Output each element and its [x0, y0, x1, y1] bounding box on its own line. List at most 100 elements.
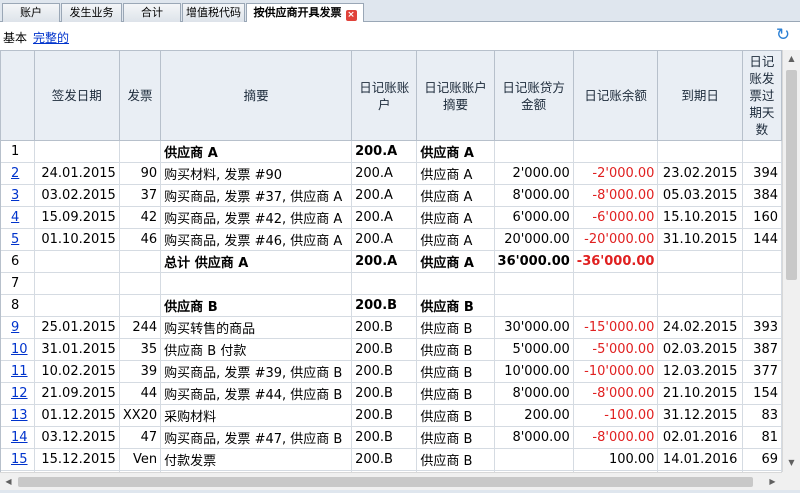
scroll-right-icon[interactable]: ▶ — [764, 473, 781, 490]
vertical-scroll-thumb[interactable] — [786, 70, 797, 280]
table-row[interactable]: 6 总计 供应商 A 200.A 供应商 A 36'000.00 -36'000.00 — [1, 250, 782, 273]
account-description-cell[interactable]: 供应商 B — [416, 404, 495, 427]
credit-cell[interactable] — [494, 294, 574, 317]
days-overdue-cell[interactable]: 387 — [742, 338, 782, 361]
table-row[interactable]: 2 24.01.2015 90 购买材料, 发票 #90 200.A 供应商 A 2'000… — [1, 162, 782, 185]
due-date-cell[interactable]: 21.10.2015 — [657, 382, 743, 405]
balance-cell[interactable]: -8'000.00 — [573, 426, 659, 449]
description-cell[interactable]: 购买转售的商品 — [160, 316, 353, 339]
date-cell[interactable] — [34, 294, 120, 317]
table-row[interactable]: 3 03.02.2015 37 购买商品, 发票 #37, 供应商 A 200.A 供应商… — [1, 184, 782, 207]
date-cell[interactable]: 15.12.2015 — [34, 448, 120, 471]
row-number-link[interactable]: 11 — [11, 364, 28, 379]
view-complete-link[interactable]: 完整的 — [33, 29, 69, 46]
days-overdue-cell[interactable] — [742, 140, 782, 163]
table-row[interactable]: 4 15.09.2015 42 购买商品, 发票 #42, 供应商 A 200.A 供应商… — [1, 206, 782, 229]
days-overdue-cell[interactable]: 69 — [742, 448, 782, 471]
column-header-credit[interactable]: 日记账贷方金额 — [494, 51, 574, 141]
scroll-left-icon[interactable]: ◀ — [0, 473, 17, 490]
due-date-cell[interactable] — [657, 140, 743, 163]
account-description-cell[interactable]: 供应商 B — [416, 338, 495, 361]
invoice-cell[interactable] — [119, 272, 162, 295]
credit-cell[interactable]: 2'000.00 — [494, 162, 574, 185]
table-row[interactable]: 5 01.10.2015 46 购买商品, 发票 #46, 供应商 A 200.A 供应商… — [1, 228, 782, 251]
account-description-cell[interactable]: 供应商 B — [416, 316, 495, 339]
description-cell[interactable]: 付款发票 — [160, 448, 353, 471]
credit-cell[interactable]: 8'000.00 — [494, 184, 574, 207]
account-description-cell[interactable]: 供应商 A — [416, 206, 495, 229]
balance-cell[interactable]: -36'000.00 — [573, 250, 659, 273]
row-number-cell[interactable]: 15 — [1, 448, 35, 471]
invoice-cell[interactable]: 39 — [119, 360, 162, 383]
invoice-cell[interactable]: 35 — [119, 338, 162, 361]
horizontal-scrollbar[interactable]: ◀ ▶ — [0, 472, 782, 490]
column-header-days-overdue[interactable]: 日记账发票过期天数 — [742, 51, 782, 141]
row-number-cell[interactable]: 13 — [1, 404, 35, 427]
column-header-account[interactable]: 日记账账户 — [351, 51, 418, 141]
description-cell[interactable]: 供应商 B 付款 — [160, 338, 353, 361]
days-overdue-cell[interactable]: 377 — [742, 360, 782, 383]
account-cell[interactable]: 200.B — [351, 338, 418, 361]
table-row[interactable]: 11 10.02.2015 39 购买商品, 发票 #39, 供应商 B 200.B 供应… — [1, 360, 782, 383]
description-cell[interactable]: 购买商品, 发票 #37, 供应商 A — [160, 184, 353, 207]
account-cell[interactable]: 200.B — [351, 404, 418, 427]
days-overdue-cell[interactable]: 81 — [742, 426, 782, 449]
invoice-cell[interactable]: 90 — [119, 162, 162, 185]
credit-cell[interactable]: 6'000.00 — [494, 206, 574, 229]
description-cell[interactable]: 购买商品, 发票 #44, 供应商 B — [160, 382, 353, 405]
account-description-cell[interactable]: 供应商 A — [416, 140, 495, 163]
description-cell[interactable]: 购买商品, 发票 #42, 供应商 A — [160, 206, 353, 229]
credit-cell[interactable] — [494, 272, 574, 295]
days-overdue-cell[interactable]: 144 — [742, 228, 782, 251]
balance-cell[interactable]: -10'000.00 — [573, 360, 659, 383]
account-cell[interactable]: 200.B — [351, 294, 418, 317]
vertical-scrollbar[interactable]: ▲ ▼ — [782, 50, 800, 472]
tab-transactions[interactable]: 发生业务 — [61, 3, 122, 22]
invoice-cell[interactable]: 47 — [119, 426, 162, 449]
date-cell[interactable]: 24.01.2015 — [34, 162, 120, 185]
account-cell[interactable]: 200.A — [351, 184, 418, 207]
days-overdue-cell[interactable] — [742, 250, 782, 273]
account-description-cell[interactable]: 供应商 B — [416, 382, 495, 405]
credit-cell[interactable]: 30'000.00 — [494, 316, 574, 339]
days-overdue-cell[interactable]: 160 — [742, 206, 782, 229]
due-date-cell[interactable]: 05.03.2015 — [657, 184, 743, 207]
row-number-cell[interactable]: 11 — [1, 360, 35, 383]
row-number-link[interactable]: 12 — [11, 386, 28, 401]
date-cell[interactable]: 01.10.2015 — [34, 228, 120, 251]
days-overdue-cell[interactable]: 384 — [742, 184, 782, 207]
row-number-link[interactable]: 14 — [11, 430, 28, 445]
row-number-cell[interactable]: 9 — [1, 316, 35, 339]
description-cell[interactable]: 购买商品, 发票 #39, 供应商 B — [160, 360, 353, 383]
due-date-cell[interactable] — [657, 294, 743, 317]
days-overdue-cell[interactable]: 393 — [742, 316, 782, 339]
table-row[interactable]: 9 25.01.2015 244 购买转售的商品 200.B 供应商 B 30'000.00… — [1, 316, 782, 339]
row-number-cell[interactable]: 5 — [1, 228, 35, 251]
account-description-cell[interactable] — [416, 272, 495, 295]
date-cell[interactable] — [34, 272, 120, 295]
invoice-cell[interactable]: 244 — [119, 316, 162, 339]
invoice-cell[interactable]: 37 — [119, 184, 162, 207]
table-row[interactable]: 7 — [1, 272, 782, 295]
balance-cell[interactable]: -2'000.00 — [573, 162, 659, 185]
invoice-cell[interactable] — [119, 250, 162, 273]
invoice-cell[interactable]: 44 — [119, 382, 162, 405]
balance-cell[interactable]: -8'000.00 — [573, 184, 659, 207]
tab-supplier-invoices[interactable]: 按供应商开具发票 × — [246, 3, 364, 23]
scroll-down-icon[interactable]: ▼ — [783, 454, 800, 471]
column-header-due-date[interactable]: 到期日 — [657, 51, 743, 141]
account-cell[interactable] — [351, 272, 418, 295]
description-cell[interactable]: 购买商品, 发票 #47, 供应商 B — [160, 426, 353, 449]
due-date-cell[interactable]: 24.02.2015 — [657, 316, 743, 339]
account-cell[interactable]: 200.A — [351, 206, 418, 229]
row-number-link[interactable]: 5 — [11, 232, 19, 247]
account-description-cell[interactable]: 供应商 A — [416, 250, 495, 273]
description-cell[interactable]: 供应商 B — [160, 294, 353, 317]
balance-cell[interactable]: -6'000.00 — [573, 206, 659, 229]
description-cell[interactable] — [160, 272, 353, 295]
credit-cell[interactable]: 36'000.00 — [494, 250, 574, 273]
table-row[interactable]: 13 01.12.2015 XX20 采购材料 200.B 供应商 B 200.00 -100… — [1, 404, 782, 427]
column-header-date[interactable]: 签发日期 — [34, 51, 120, 141]
row-number-cell[interactable]: 12 — [1, 382, 35, 405]
due-date-cell[interactable]: 23.02.2015 — [657, 162, 743, 185]
